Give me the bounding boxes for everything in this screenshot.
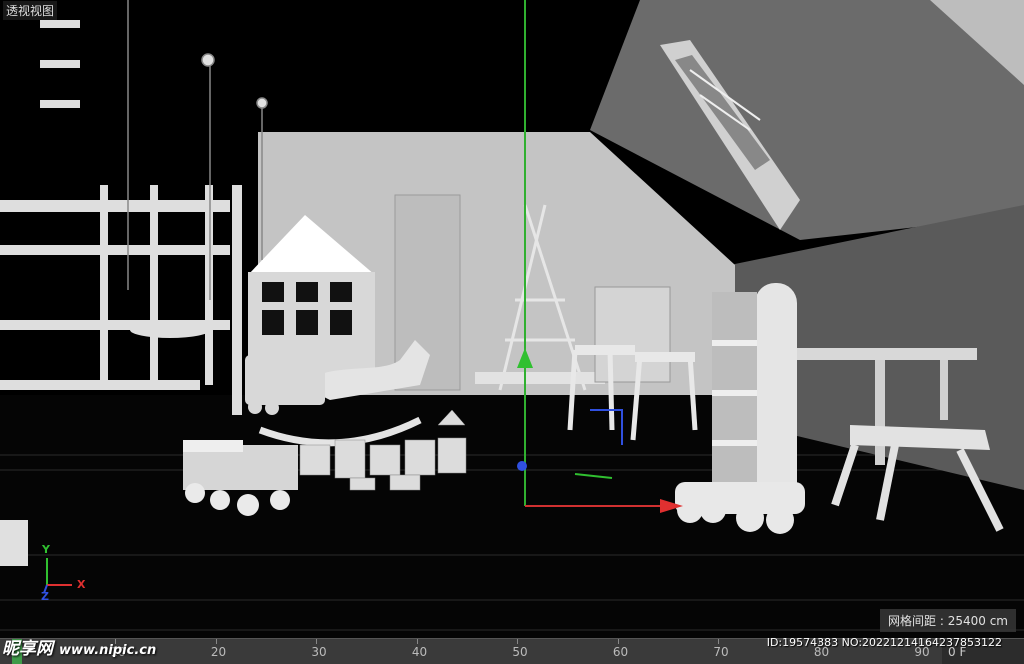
watermark-brand: 昵享网 (2, 639, 53, 659)
timeline-tick-mark (517, 639, 518, 644)
timeline-tick-label: 50 (512, 645, 528, 659)
watermark-id: ID:19574383 NO:20221214164237853122 (766, 636, 1002, 649)
timeline-tick-label: 70 (713, 645, 729, 659)
left-bin (0, 520, 28, 566)
watermark-url: www.nipic.cn (59, 643, 157, 658)
timeline-tick-mark (316, 639, 317, 644)
timeline-tick-label: 20 (210, 645, 227, 659)
bookcase-right (712, 283, 797, 508)
left-shelves (0, 20, 242, 415)
timeline-tick-mark (416, 639, 418, 644)
viewport-title[interactable]: 透视视图 (3, 1, 58, 20)
timeline-tick-label: 30 (311, 645, 327, 659)
perspective-viewport[interactable]: 透视视图 Y X Z 网格间距 : 25400 cm (0, 0, 1024, 638)
timeline-tick-mark (718, 639, 719, 644)
watermark-logo: 昵享网 www.nipic.cn (2, 634, 156, 659)
axis-z-label: Z (41, 590, 49, 603)
axis-x-label: X (77, 578, 86, 591)
timeline-tick-mark (215, 639, 217, 644)
scene-render[interactable] (0, 0, 1024, 638)
timeline-tick-label: 40 (411, 645, 428, 659)
axis-y-label: Y (42, 543, 50, 556)
timeline-tick-mark (617, 639, 619, 644)
back-shelf-unit (594, 286, 671, 383)
low-shelf (475, 372, 605, 384)
grid-spacing-readout: 网格间距 : 25400 cm (880, 609, 1016, 632)
timeline-tick-label: 60 (612, 645, 629, 659)
